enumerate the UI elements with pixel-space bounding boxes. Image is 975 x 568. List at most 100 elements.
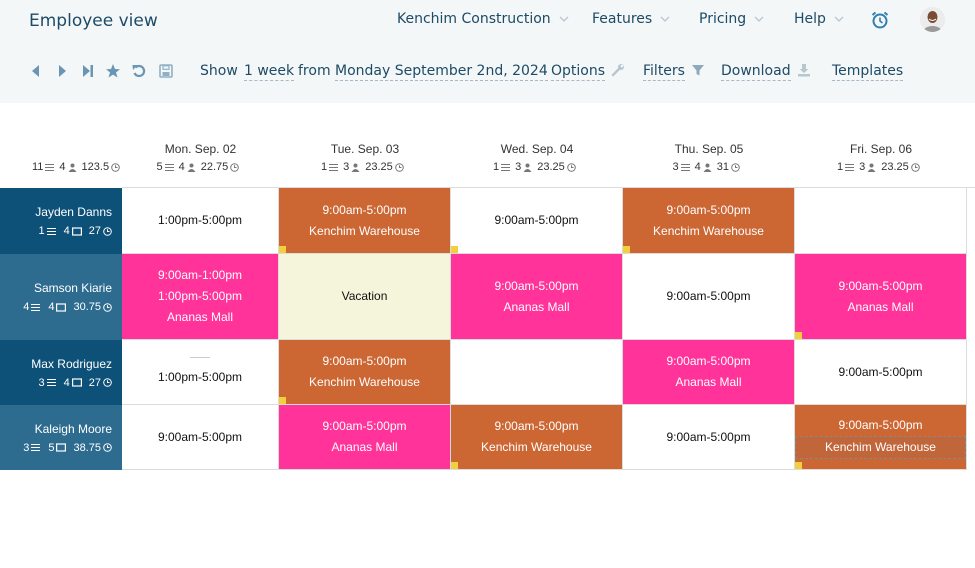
shift-cell[interactable]: 9:00am-5:00pm Ananas Mall	[795, 254, 967, 340]
shift-time: 1:00pm-5:00pm	[157, 369, 243, 384]
nav-company-menu[interactable]: Kenchim Construction	[397, 11, 569, 27]
person-icon	[68, 163, 77, 172]
divider	[190, 356, 210, 358]
list-icon	[329, 163, 339, 172]
shift-location: Ananas Mall	[675, 375, 742, 389]
shift-cell[interactable]: 9:00am-5:00pm Kenchim Warehouse	[279, 188, 451, 254]
hours-count: 23.25	[365, 161, 393, 173]
shift-cell[interactable]: 9:00am-5:00pm	[795, 340, 967, 405]
day-header-label: Fri. Sep. 06	[849, 142, 913, 156]
employee-row: Jayden Danns 1 4 27 1:00pm-5:00pm 9:00am-5:00…	[0, 188, 975, 254]
download-button[interactable]: Download	[721, 63, 811, 81]
shift-location: Kenchim Warehouse	[309, 223, 420, 238]
note-marker	[279, 246, 286, 253]
empty-cell[interactable]	[795, 188, 967, 254]
person-icon	[351, 163, 360, 172]
start-date-picker[interactable]: Monday September 2nd, 2024	[335, 63, 548, 81]
chevron-down-icon	[754, 14, 764, 24]
nav-help-label: Help	[794, 11, 826, 27]
employee-stats: 1 4 27	[39, 225, 113, 237]
empty-cell[interactable]	[451, 340, 623, 405]
filters-button[interactable]: Filters	[643, 63, 705, 81]
employee-name[interactable]: Kaleigh Moore	[35, 422, 112, 436]
shift-time: 9:00am-5:00pm	[838, 418, 923, 432]
alarm-clock-icon[interactable]	[870, 10, 890, 30]
shift-count: 3	[672, 161, 679, 173]
shift-cell[interactable]: 9:00am-5:00pm	[122, 405, 279, 470]
employee-days: 5	[48, 441, 55, 454]
employee-cell[interactable]: Samson Kiarie 4 4 30.75	[0, 254, 122, 340]
star-icon[interactable]	[105, 63, 121, 79]
shift-cell[interactable]: 9:00am-5:00pm Ananas Mall	[451, 254, 623, 340]
vacation-label: Vacation	[341, 289, 388, 303]
employee-row: Max Rodriguez 3 4 27 1:00pm-5:00pm 9:00am-5:0…	[0, 340, 975, 405]
employee-row: Samson Kiarie 4 4 30.75 9:00am-1:00pm 1:00pm-…	[0, 254, 975, 340]
shift-cell[interactable]: 9:00am-5:00pm Kenchim Warehouse	[623, 188, 795, 254]
clock-icon	[103, 226, 112, 236]
hours-count: 23.25	[537, 161, 565, 173]
previous-icon[interactable]	[28, 63, 44, 79]
vacation-cell[interactable]: Vacation	[279, 254, 451, 340]
day-summary: 1 3 23.25	[321, 161, 409, 173]
employee-shifts: 3	[23, 441, 30, 454]
shift-time: 9:00am-5:00pm	[494, 213, 579, 227]
employee-shifts: 4	[23, 301, 30, 313]
download-label: Download	[721, 63, 791, 81]
chevron-down-icon	[559, 14, 569, 24]
total-shifts: 11	[32, 161, 44, 173]
period-selector[interactable]: 1 week	[244, 63, 295, 81]
download-icon	[797, 63, 811, 77]
options-button[interactable]: Options	[551, 63, 625, 81]
shift-count: 1	[837, 161, 844, 173]
shift-cell[interactable]: 1:00pm-5:00pm	[122, 340, 279, 405]
employee-days: 4	[48, 301, 55, 313]
shift-location: Ananas Mall	[331, 440, 398, 454]
templates-button[interactable]: Templates	[832, 63, 904, 81]
shift-cell[interactable]: 9:00am-5:00pm Ananas Mall	[279, 405, 451, 470]
save-icon[interactable]	[158, 63, 174, 79]
shift-time: 9:00am-5:00pm	[494, 419, 579, 433]
totals-summary: 11 4 123.5	[32, 161, 125, 173]
employee-row: Kaleigh Moore 3 5 38.75 9:00am-5:00pm 9:00am-…	[0, 405, 975, 470]
chevron-down-icon	[660, 14, 670, 24]
shift-time: 9:00am-5:00pm	[666, 354, 751, 368]
shift-cell[interactable]: 9:00am-5:00pm	[623, 405, 795, 470]
nav-features-menu[interactable]: Features	[592, 11, 670, 27]
user-avatar[interactable]	[920, 7, 945, 32]
shift-cell[interactable]: 9:00am-5:00pm Ananas Mall	[623, 340, 795, 405]
day-header-label: Mon. Sep. 02	[164, 142, 237, 156]
calendar-days-icon	[71, 226, 82, 236]
employee-cell[interactable]: Jayden Danns 1 4 27	[0, 188, 122, 254]
employee-cell[interactable]: Kaleigh Moore 3 5 38.75	[0, 405, 122, 470]
list-icon	[46, 227, 56, 236]
shift-count: 1	[493, 161, 500, 173]
employee-name[interactable]: Samson Kiarie	[34, 281, 112, 295]
from-label: from	[298, 63, 331, 79]
show-label: Show	[200, 63, 238, 79]
nav-help-menu[interactable]: Help	[794, 11, 844, 27]
shift-cell[interactable]: 9:00am-5:00pm	[623, 254, 795, 340]
undo-icon[interactable]	[131, 63, 147, 79]
skip-to-end-icon[interactable]	[80, 63, 96, 79]
shift-cell[interactable]: 9:00am-5:00pm Kenchim Warehouse	[451, 405, 623, 470]
employee-name[interactable]: Max Rodriguez	[31, 357, 112, 371]
shift-time: 9:00am-5:00pm	[838, 364, 923, 379]
chevron-down-icon	[834, 14, 844, 24]
options-label: Options	[551, 63, 606, 81]
employee-name[interactable]: Jayden Danns	[35, 205, 112, 219]
shift-cell[interactable]: 9:00am-5:00pm Kenchim Warehouse	[795, 405, 967, 470]
person-icon	[523, 163, 532, 172]
note-marker	[451, 246, 458, 253]
shift-cell[interactable]: 9:00am-5:00pm	[451, 188, 623, 254]
nav-pricing-menu[interactable]: Pricing	[699, 11, 764, 27]
employee-hours: 27	[88, 225, 101, 237]
employee-cell[interactable]: Max Rodriguez 3 4 27	[0, 340, 122, 405]
employee-count: 4	[178, 161, 185, 173]
shift-cell[interactable]: 1:00pm-5:00pm	[122, 188, 279, 254]
nav-features-label: Features	[592, 11, 653, 27]
shift-location: Kenchim Warehouse	[795, 436, 966, 459]
shift-cell[interactable]: 9:00am-5:00pm Kenchim Warehouse	[279, 340, 451, 405]
hours-count: 31	[716, 161, 729, 173]
next-icon[interactable]	[54, 63, 70, 79]
shift-cell[interactable]: 9:00am-1:00pm 1:00pm-5:00pm Ananas Mall	[122, 254, 279, 340]
